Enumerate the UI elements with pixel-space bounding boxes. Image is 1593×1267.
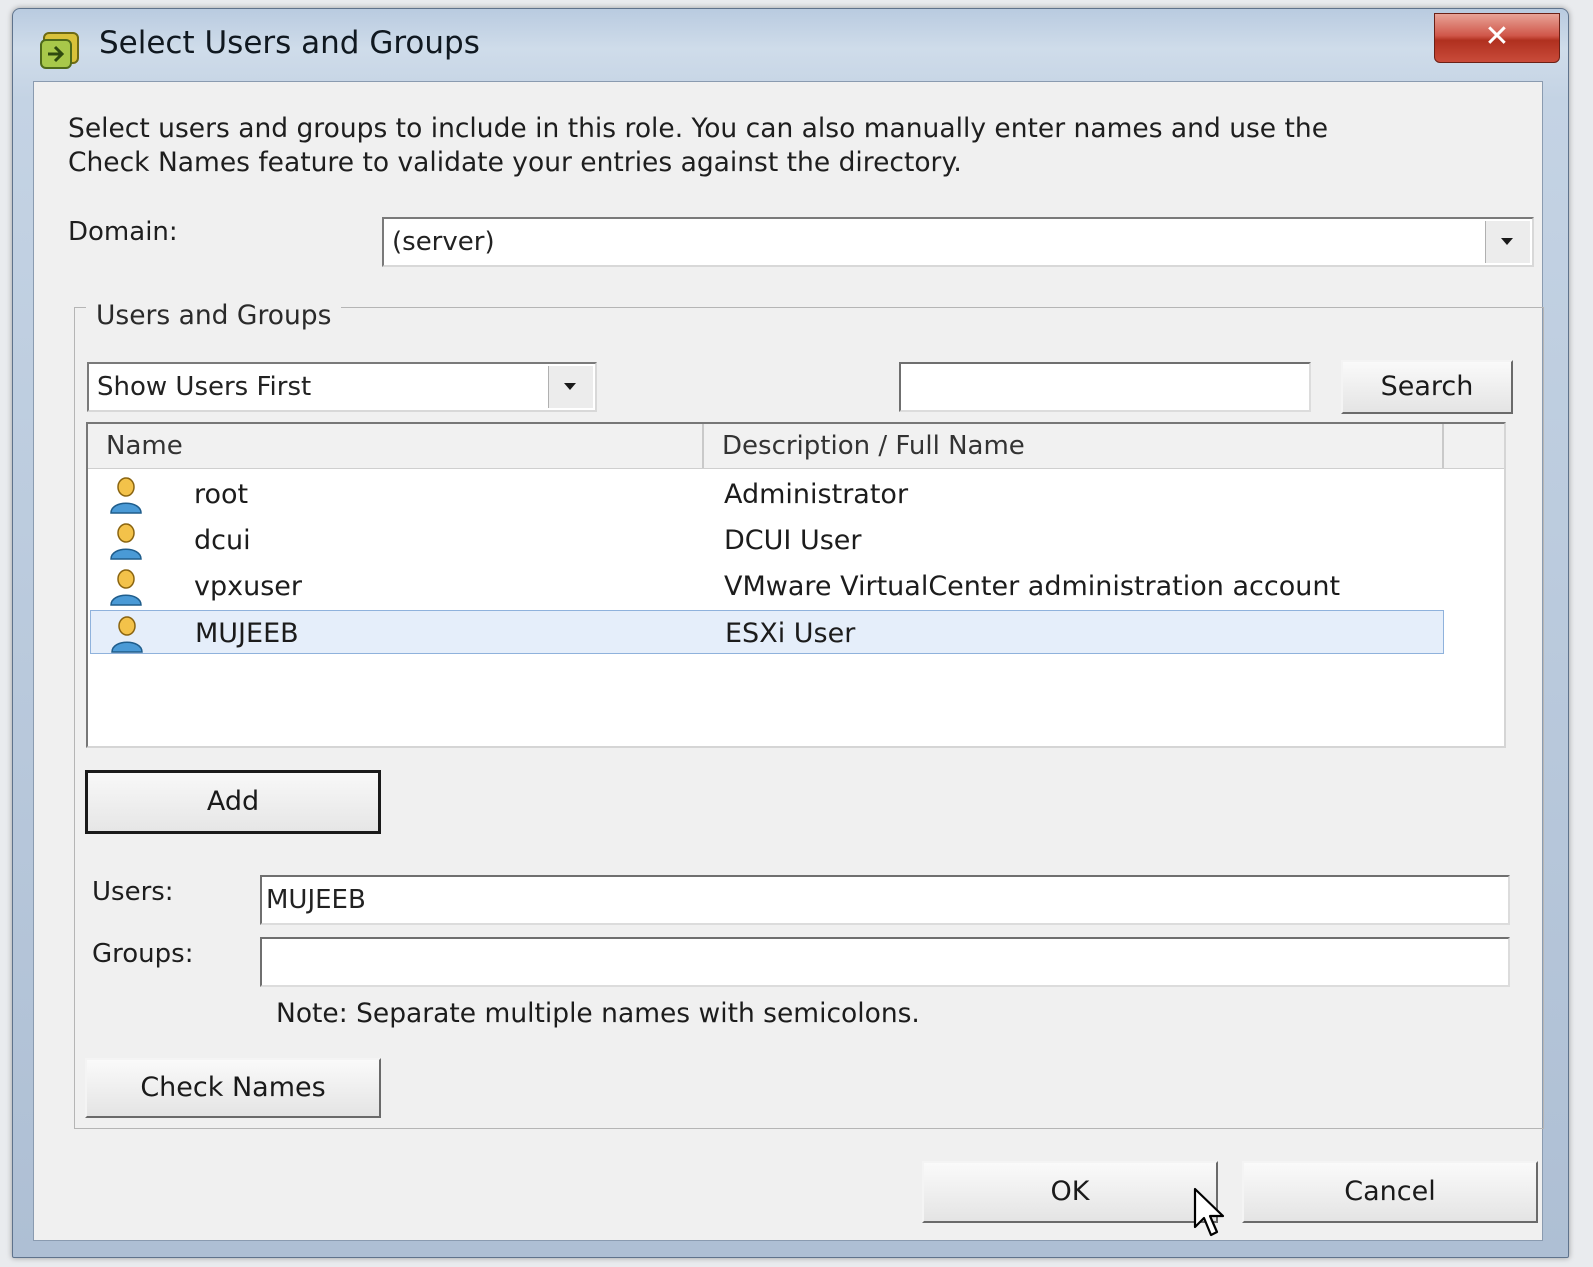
groups-label: Groups: [92, 939, 194, 969]
row-name: vpxuser [194, 571, 302, 602]
add-button[interactable]: Add [85, 770, 381, 834]
search-button[interactable]: Search [1341, 360, 1513, 414]
app-icon [38, 31, 82, 71]
row-description: DCUI User [724, 525, 862, 556]
domain-label: Domain: [68, 217, 178, 247]
table-row[interactable]: dcui DCUI User [90, 518, 1444, 562]
domain-selected-value: (server) [392, 227, 495, 257]
sort-order-dropdown[interactable]: Show Users First [87, 362, 597, 412]
close-button[interactable]: ✕ [1434, 13, 1560, 63]
groups-field[interactable] [260, 937, 1510, 987]
check-names-button[interactable]: Check Names [85, 1058, 381, 1118]
column-header-spacer [1444, 424, 1504, 468]
instructions-text: Select users and groups to include in th… [68, 112, 1328, 180]
domain-dropdown[interactable]: (server) [382, 217, 1534, 267]
instructions-line-1: Select users and groups to include in th… [68, 113, 1329, 144]
table-row-selected[interactable]: MUJEEB ESXi User [90, 610, 1444, 654]
search-input[interactable] [899, 362, 1311, 412]
users-field[interactable]: MUJEEB [260, 875, 1510, 925]
users-groups-table: Name Description / Full Name root Admini… [86, 422, 1506, 748]
user-icon [110, 477, 142, 514]
user-icon [111, 616, 143, 653]
column-header-description[interactable]: Description / Full Name [704, 424, 1444, 468]
mouse-pointer-icon [1193, 1187, 1225, 1237]
chevron-down-icon [1501, 238, 1513, 245]
sort-order-dropdown-arrow[interactable] [548, 366, 593, 408]
row-description: VMware VirtualCenter administration acco… [724, 571, 1341, 602]
user-icon [110, 523, 142, 560]
window-title: Select Users and Groups [99, 25, 480, 61]
domain-dropdown-arrow[interactable] [1485, 221, 1530, 263]
user-icon [110, 569, 142, 606]
cancel-button[interactable]: Cancel [1242, 1161, 1538, 1223]
title-bar[interactable]: Select Users and Groups ✕ [13, 9, 1568, 79]
column-header-name[interactable]: Name [88, 424, 704, 468]
table-row[interactable]: root Administrator [90, 472, 1444, 516]
ok-button[interactable]: OK [922, 1161, 1218, 1223]
row-name: dcui [194, 525, 251, 556]
row-description: ESXi User [725, 618, 856, 649]
instructions-line-2: Check Names feature to validate your ent… [68, 147, 962, 178]
table-header: Name Description / Full Name [88, 424, 1504, 469]
chevron-down-icon [564, 383, 576, 390]
table-row[interactable]: vpxuser VMware VirtualCenter administrat… [90, 564, 1444, 608]
separator-note: Note: Separate multiple names with semic… [276, 998, 920, 1029]
row-name: root [194, 479, 249, 510]
row-description: Administrator [724, 479, 909, 510]
dialog-content: Select users and groups to include in th… [33, 81, 1544, 1241]
users-and-groups-legend: Users and Groups [86, 300, 342, 331]
row-name: MUJEEB [195, 618, 299, 649]
users-label: Users: [92, 877, 174, 907]
dialog-window: Select Users and Groups ✕ Select users a… [12, 8, 1569, 1258]
sort-order-selected-value: Show Users First [97, 372, 312, 402]
